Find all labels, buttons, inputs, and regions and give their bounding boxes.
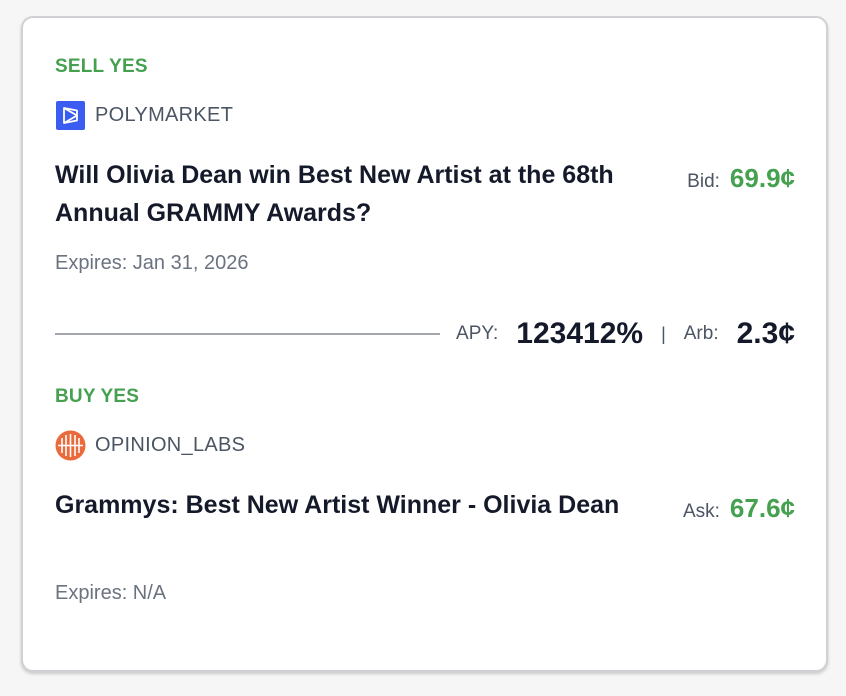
- sell-price: Bid: 69.9¢: [687, 163, 795, 194]
- bid-value: 69.9¢: [729, 163, 795, 193]
- arbitrage-card: SELL YES POLYMARKET Will Olivia Dean win…: [21, 16, 828, 672]
- apy-label: APY:: [456, 323, 499, 344]
- ask-value: 67.6¢: [729, 493, 795, 523]
- buy-venue: OPINION_LABS: [55, 430, 245, 461]
- arb-value: 2.3¢: [736, 317, 795, 350]
- buy-side-label: BUY YES: [55, 386, 140, 407]
- metric-separator: |: [661, 323, 666, 344]
- sell-venue-name: POLYMARKET: [95, 104, 234, 126]
- bid-label: Bid:: [687, 171, 720, 192]
- buy-venue-name: OPINION_LABS: [95, 434, 246, 456]
- sell-side-label: SELL YES: [55, 56, 148, 77]
- arb-label: Arb:: [683, 323, 719, 344]
- sell-market-title[interactable]: Will Olivia Dean win Best New Artist at …: [55, 156, 635, 232]
- buy-price: Ask: 67.6¢: [683, 493, 795, 524]
- divider-line: [55, 333, 441, 335]
- sell-venue: POLYMARKET: [55, 100, 233, 131]
- opinion-labs-logo-icon: [55, 430, 86, 461]
- apy-value: 123412%: [516, 317, 644, 350]
- sell-expires: Expires: Jan 31, 2026: [55, 252, 249, 274]
- buy-expires: Expires: N/A: [55, 582, 167, 604]
- polymarket-logo-icon: [55, 100, 86, 131]
- buy-market-title[interactable]: Grammys: Best New Artist Winner - Olivia…: [55, 486, 635, 524]
- arbitrage-metrics-row: APY: 123412% | Arb: 2.3¢: [55, 314, 795, 354]
- ask-label: Ask:: [682, 501, 720, 522]
